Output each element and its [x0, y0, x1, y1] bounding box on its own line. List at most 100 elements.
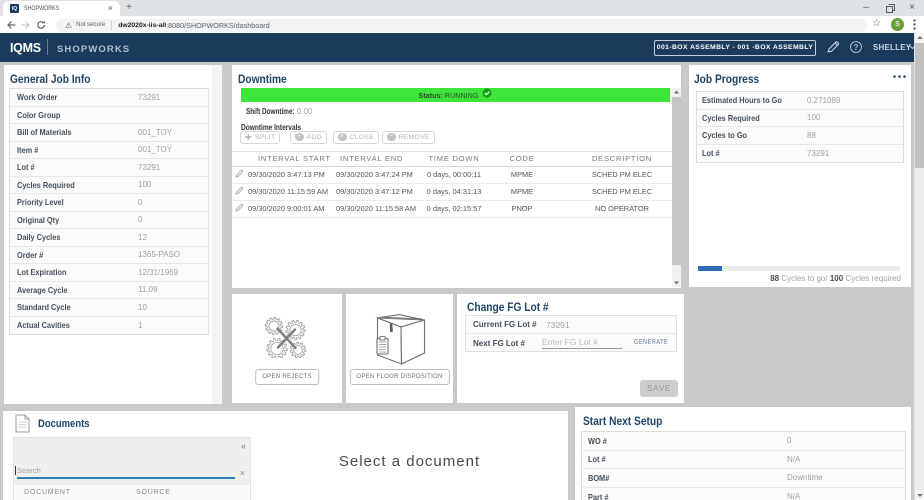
- forward-button[interactable]: [21, 20, 31, 30]
- row-value: 1365-PASO: [138, 250, 180, 259]
- row-value: 12: [138, 233, 147, 242]
- row-label: Cycles Required: [17, 180, 75, 190]
- downtime-interval-row: 09/30/2020 3:47:13 PM09/30/2020 3:47:24 …: [232, 167, 672, 184]
- interval-end-cell: 09/30/2020 3:47:12 PM: [332, 187, 422, 196]
- table-row: Cycles to Go88: [697, 127, 903, 145]
- row-label: Lot Expiration: [17, 267, 67, 277]
- generate-link[interactable]: GENERATE: [634, 339, 668, 346]
- row-value: 12/31/1969: [138, 268, 178, 277]
- page-scroll-down-icon[interactable]: [915, 490, 924, 500]
- change-fg-lot-panel: Change FG Lot # Current FG Lot # 73291 N…: [457, 294, 684, 403]
- row-value: Downtime: [787, 473, 823, 482]
- general-job-info-scrollbar[interactable]: [212, 65, 222, 404]
- downtime-scrollbar[interactable]: [672, 88, 681, 287]
- open-rejects-card: OPEN REJECTS: [232, 294, 342, 403]
- tab-close-icon[interactable]: ×: [108, 4, 113, 13]
- status-bar: Status: RUNNING: [241, 88, 670, 102]
- new-tab-button[interactable]: +: [124, 3, 134, 13]
- cycles-to-go-number: 88: [770, 274, 779, 283]
- col-interval-end: INTERVAL END: [332, 154, 422, 163]
- downtime-table-header: INTERVAL START INTERVAL END TIME DOWN CO…: [232, 151, 672, 167]
- browser-tab[interactable]: IQ SHOPWORKS ×: [3, 1, 120, 16]
- button-label: CLOSE: [350, 134, 375, 141]
- table-row: Lot #73291: [10, 159, 208, 177]
- not-secure-warning-icon[interactable]: ⚠: [65, 21, 72, 30]
- edit-row-pencil-icon[interactable]: [232, 203, 246, 214]
- job-progress-fill: [698, 266, 722, 271]
- table-row: Daily Cycles12: [10, 229, 208, 247]
- close-icon: ×: [338, 133, 347, 142]
- table-row: Lot Expiration 12/31/1969: [10, 264, 208, 282]
- button-label: SPLIT: [255, 134, 275, 141]
- code-cell: PNOP: [486, 204, 558, 213]
- general-job-info-panel: General Job Info Work Order73291Color Gr…: [4, 65, 222, 404]
- browser-menu-icon[interactable]: [913, 19, 916, 30]
- table-row: Original Qty0: [10, 212, 208, 230]
- favicon-iqms-icon: IQ: [10, 4, 19, 13]
- description-cell: NO OPERATOR: [558, 204, 672, 213]
- downtime-title: Downtime: [238, 72, 287, 86]
- row-label: Lot #: [588, 454, 606, 464]
- row-label: WO #: [588, 436, 607, 446]
- row-label: Cycles Required: [702, 113, 760, 123]
- scroll-up-icon[interactable]: [672, 88, 681, 97]
- split-button[interactable]: ✚SPLIT: [240, 131, 280, 144]
- window-close-button[interactable]: ×: [906, 2, 918, 14]
- address-bar[interactable]: ⚠ Not secure dw2020x-iis-all:8080/SHOPWO…: [56, 19, 868, 32]
- documents-header: Documents: [3, 411, 568, 437]
- table-row: Work Order73291: [10, 89, 208, 107]
- edit-pencil-icon[interactable]: [826, 40, 840, 54]
- workcenter-selector-button[interactable]: 001-BOX ASSEMBLY - 001 -BOX ASSEMBLY: [654, 40, 816, 56]
- downtime-scroll-thumb[interactable]: [672, 97, 681, 265]
- table-row: BOM#Downtime: [582, 469, 905, 488]
- close-button[interactable]: ×CLOSE: [333, 131, 379, 144]
- back-button[interactable]: [6, 20, 16, 30]
- remove-button[interactable]: −REMOVE: [382, 131, 435, 144]
- edit-row-pencil-icon[interactable]: [232, 186, 246, 197]
- search-clear-icon[interactable]: ×: [240, 468, 245, 478]
- interval-start-cell: 09/30/2020 9:00:01 AM: [246, 204, 332, 213]
- row-value: 1: [138, 321, 142, 330]
- table-row: Priority Level0: [10, 194, 208, 212]
- remove-icon: −: [387, 133, 396, 142]
- downtime-interval-row: 09/30/2020 9:00:01 AM09/30/2020 11:15:58…: [232, 201, 672, 218]
- col-description: DESCRIPTION: [558, 154, 672, 163]
- open-rejects-button[interactable]: OPEN REJECTS: [255, 369, 319, 385]
- page-scroll-thumb[interactable]: [915, 43, 924, 168]
- job-progress-menu-icon[interactable]: [893, 75, 906, 78]
- tab-title: SHOPWORKS: [24, 5, 93, 12]
- cycles-to-go-text: Cycles to go/: [779, 274, 830, 283]
- edit-row-pencil-icon[interactable]: [232, 169, 246, 180]
- reload-button[interactable]: [36, 20, 46, 30]
- collapse-chevrons-icon[interactable]: «: [241, 441, 246, 451]
- downtime-intervals-table: INTERVAL START INTERVAL END TIME DOWN CO…: [232, 151, 672, 218]
- row-label: Actual Cavities: [17, 320, 70, 330]
- shift-downtime: Shift Downtime:0.00: [246, 107, 305, 116]
- col-interval-start: INTERVAL START: [246, 154, 332, 163]
- profile-avatar[interactable]: S: [891, 18, 904, 31]
- page-scrollbar[interactable]: [914, 33, 924, 500]
- general-job-info-title: General Job Info: [10, 72, 90, 86]
- add-button[interactable]: +ADD: [290, 131, 327, 144]
- row-value: 73291: [138, 163, 160, 172]
- documents-title: Documents: [38, 418, 90, 430]
- user-menu[interactable]: SHELLEY: [873, 43, 911, 52]
- open-floor-disposition-button[interactable]: OPEN FLOOR DISPOSITION: [349, 369, 449, 385]
- window-restore-button[interactable]: [886, 4, 898, 13]
- window-minimize-button[interactable]: –: [860, 2, 872, 14]
- browser-tab-strip: IQ SHOPWORKS × + – ×: [0, 0, 924, 16]
- page-scroll-up-icon[interactable]: [915, 33, 924, 43]
- description-cell: SCHED PM ELEC: [558, 187, 672, 196]
- row-value: 100: [138, 180, 151, 189]
- next-fg-lot-input[interactable]: [542, 337, 622, 349]
- scroll-down-icon[interactable]: [672, 278, 681, 287]
- iqms-logo: IQMS: [10, 41, 41, 55]
- bookmark-star-icon[interactable]: ☆: [872, 18, 881, 29]
- save-button[interactable]: SAVE: [640, 380, 678, 397]
- help-icon[interactable]: ?: [850, 41, 862, 53]
- change-fg-lot-title: Change FG Lot #: [467, 300, 549, 314]
- document-search-input[interactable]: [17, 464, 235, 479]
- url-host: dw2020x-iis-all: [118, 22, 166, 29]
- col-code: CODE: [486, 154, 558, 163]
- table-row: Cycles Required100: [697, 110, 903, 128]
